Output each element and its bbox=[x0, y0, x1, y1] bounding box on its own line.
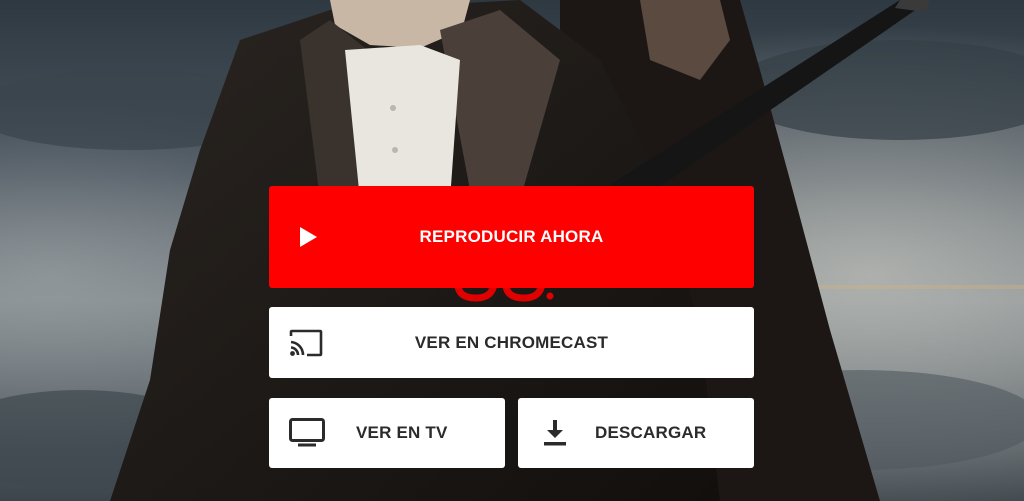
play-icon bbox=[300, 227, 317, 247]
watch-on-tv-button[interactable]: VER EN TV bbox=[269, 398, 505, 468]
watch-on-tv-label: VER EN TV bbox=[356, 423, 448, 442]
chromecast-icon bbox=[289, 329, 323, 357]
chromecast-button[interactable]: VER EN CHROMECAST bbox=[269, 307, 754, 378]
play-now-label: REPRODUCIR AHORA bbox=[419, 227, 604, 246]
tv-icon bbox=[289, 418, 325, 447]
download-icon bbox=[544, 420, 566, 446]
chromecast-label: VER EN CHROMECAST bbox=[414, 333, 609, 352]
download-button[interactable]: DESCARGAR bbox=[518, 398, 754, 468]
player-screen: REPRODUCIR AHORA VER EN CHROMECAST VER E… bbox=[0, 0, 1024, 501]
play-now-button[interactable]: REPRODUCIR AHORA bbox=[269, 186, 754, 288]
download-label: DESCARGAR bbox=[595, 423, 707, 442]
